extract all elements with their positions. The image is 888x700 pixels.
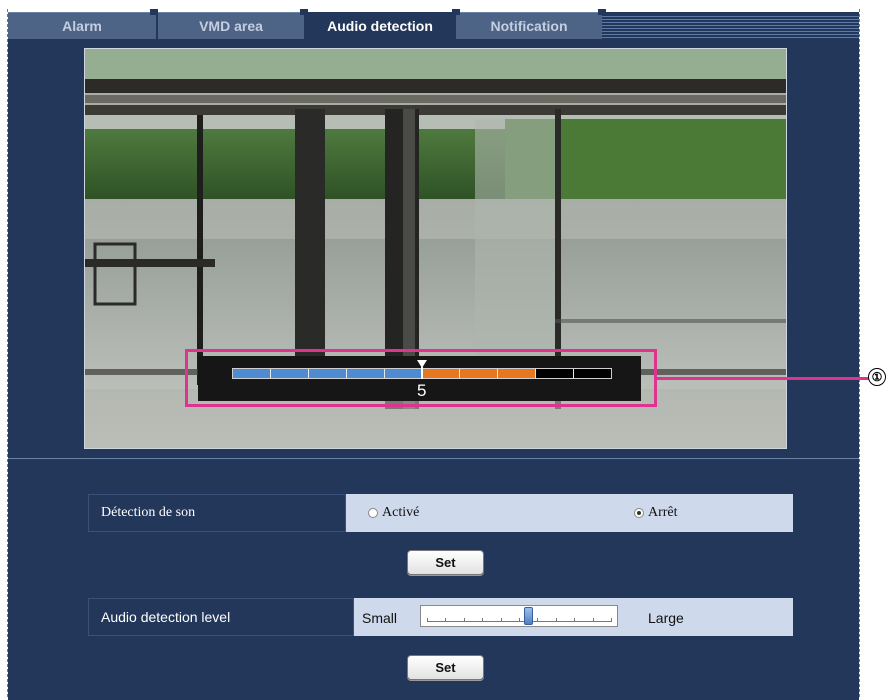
audio-detection-level-row: Audio detection level Small Large xyxy=(88,598,793,636)
slider-max-label: Large xyxy=(648,610,684,626)
radio-circle-icon[interactable] xyxy=(368,508,378,518)
tab-audio-detection[interactable]: Audio detection xyxy=(306,12,454,39)
slider-tick xyxy=(463,618,465,622)
slider-tick xyxy=(592,618,594,622)
tab-vmd-area[interactable]: VMD area xyxy=(158,12,304,39)
tab-alarm[interactable]: Alarm xyxy=(8,12,156,39)
set-audio-level-button[interactable]: Set xyxy=(407,655,484,680)
tab-notch xyxy=(598,9,606,15)
slider-tick xyxy=(537,618,539,622)
slider-tick xyxy=(482,618,484,622)
slider-tick xyxy=(555,618,557,622)
callout-highlight xyxy=(185,349,657,407)
audio-detection-level-label: Audio detection level xyxy=(88,598,354,636)
slider-tick xyxy=(611,618,612,622)
audio-level-slider-area: Small Large xyxy=(354,598,793,636)
set-audio-detection-button[interactable]: Set xyxy=(407,550,484,575)
slider-tick xyxy=(574,618,576,622)
audio-level-slider[interactable] xyxy=(420,605,618,627)
panel-divider xyxy=(8,458,859,459)
callout-line xyxy=(657,377,871,380)
tab-notch xyxy=(150,9,158,15)
slider-tick xyxy=(427,618,428,622)
radio-audio-on[interactable]: Activé xyxy=(368,505,419,521)
slider-min-label: Small xyxy=(362,610,398,626)
tab-notch xyxy=(452,9,460,15)
tab-notification[interactable]: Notification xyxy=(456,12,602,39)
slider-tick xyxy=(445,618,447,622)
radio-audio-on-label: Activé xyxy=(382,505,420,520)
radio-audio-off[interactable]: Arrêt xyxy=(634,505,678,521)
slider-tick xyxy=(519,618,520,622)
slider-thumb[interactable] xyxy=(524,607,534,625)
tab-bar-stripes xyxy=(602,14,859,39)
radio-circle-icon[interactable] xyxy=(634,508,644,518)
radio-audio-off-label: Arrêt xyxy=(648,505,678,520)
audio-detection-options: Activé Arrêt xyxy=(346,494,793,532)
callout-number: ① xyxy=(868,368,886,386)
slider-tick xyxy=(500,618,502,622)
tab-notch xyxy=(300,9,308,15)
audio-detection-row: Détection de son Activé Arrêt xyxy=(88,494,793,532)
audio-detection-label: Détection de son xyxy=(88,494,346,532)
